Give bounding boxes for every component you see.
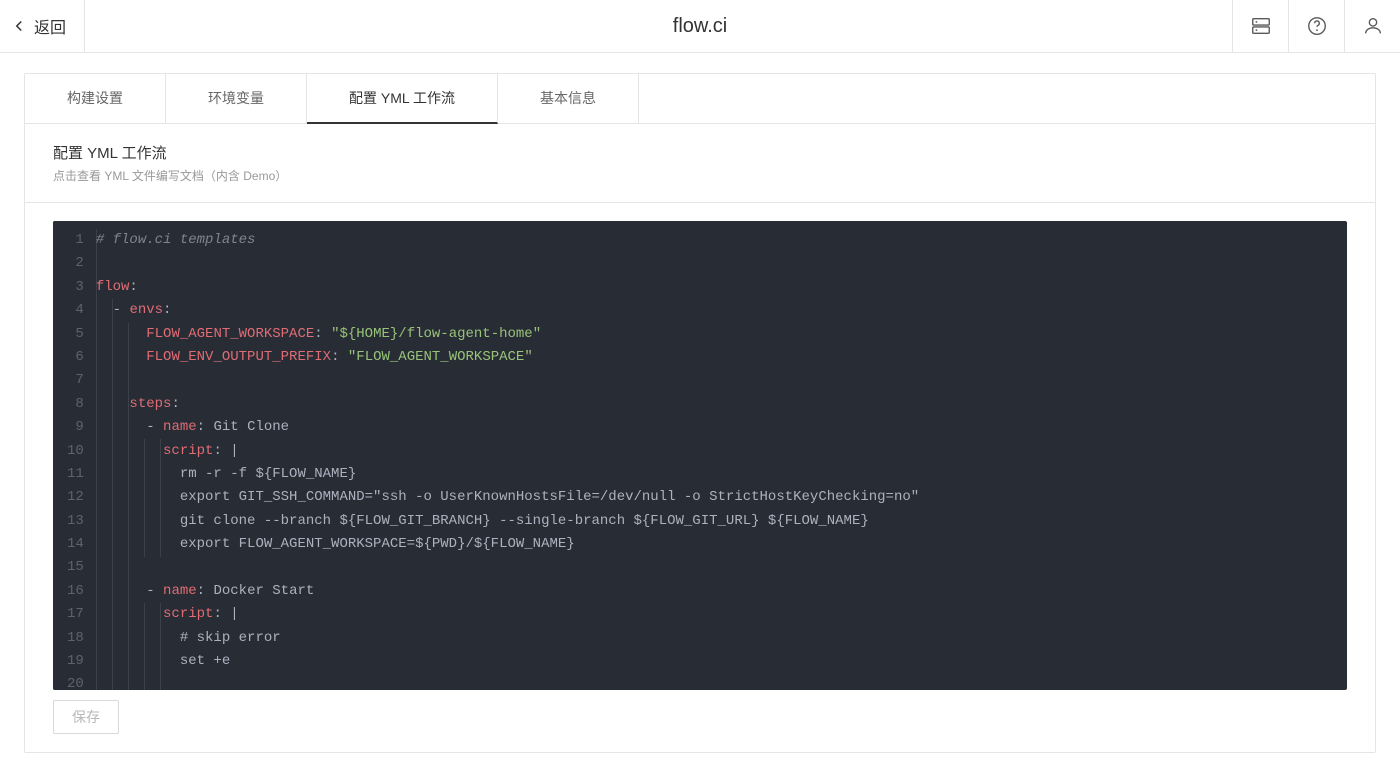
user-icon bbox=[1362, 15, 1384, 37]
content-panel: 构建设置 环境变量 配置 YML 工作流 基本信息 配置 YML 工作流 点击查… bbox=[24, 73, 1376, 753]
help-icon bbox=[1306, 15, 1328, 37]
topbar-actions bbox=[1232, 0, 1400, 53]
line-gutter: 1234567891011121314151617181920 bbox=[53, 221, 96, 690]
code-content[interactable]: # flow.ci templates flow: - envs: FLOW_A… bbox=[96, 221, 1347, 690]
back-button[interactable]: 返回 bbox=[0, 0, 85, 53]
save-button[interactable]: 保存 bbox=[53, 700, 119, 734]
tab-basic-info[interactable]: 基本信息 bbox=[498, 74, 639, 123]
tab-bar: 构建设置 环境变量 配置 YML 工作流 基本信息 bbox=[25, 74, 1375, 124]
section-subtitle-link[interactable]: 点击查看 YML 文件编写文档（内含 Demo） bbox=[53, 167, 1347, 184]
help-button[interactable] bbox=[1288, 0, 1344, 53]
app-logo: flow.ci bbox=[673, 15, 727, 38]
tab-build-settings[interactable]: 构建设置 bbox=[25, 74, 166, 123]
tab-yml-workflow[interactable]: 配置 YML 工作流 bbox=[307, 74, 498, 124]
section-title: 配置 YML 工作流 bbox=[53, 142, 1347, 163]
server-button[interactable] bbox=[1232, 0, 1288, 53]
top-bar: 返回 flow.ci bbox=[0, 0, 1400, 53]
user-button[interactable] bbox=[1344, 0, 1400, 53]
chevron-left-icon bbox=[10, 17, 28, 35]
server-icon bbox=[1250, 15, 1272, 37]
tab-env-vars[interactable]: 环境变量 bbox=[166, 74, 307, 123]
yml-editor[interactable]: 1234567891011121314151617181920 # flow.c… bbox=[53, 221, 1347, 690]
editor-wrapper: 1234567891011121314151617181920 # flow.c… bbox=[25, 203, 1375, 752]
back-label: 返回 bbox=[34, 14, 66, 38]
section-header: 配置 YML 工作流 点击查看 YML 文件编写文档（内含 Demo） bbox=[25, 124, 1375, 203]
